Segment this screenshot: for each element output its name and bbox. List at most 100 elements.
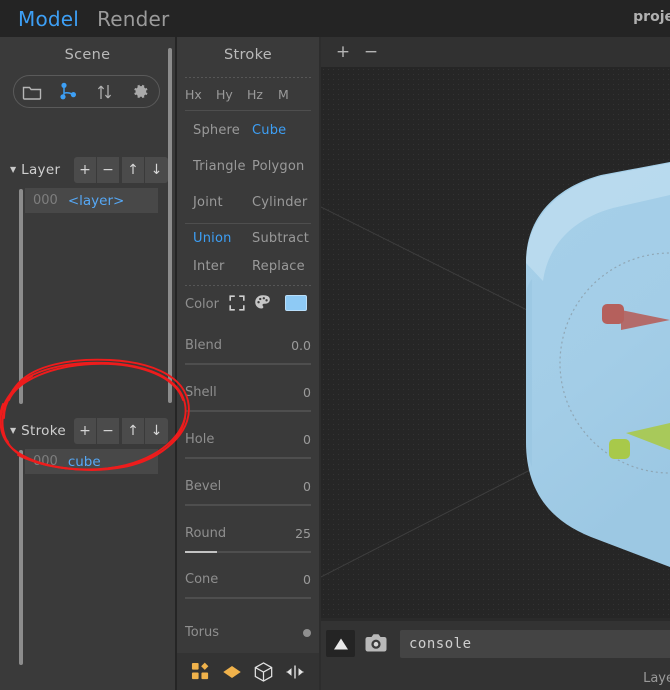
- shell-label: Shell: [185, 385, 217, 400]
- bevel-label: Bevel: [185, 479, 222, 494]
- layer-list-scrollbar[interactable]: [19, 189, 23, 404]
- round-label: Round: [185, 526, 227, 541]
- sort-arrows-icon[interactable]: [94, 81, 116, 103]
- mirror-icon[interactable]: [284, 661, 306, 683]
- console-input-value: console: [409, 636, 472, 652]
- layer-item-name: <layer>: [67, 192, 125, 209]
- stroke-move-up-button[interactable]: ↑: [122, 418, 145, 444]
- primitive-sphere[interactable]: Sphere: [193, 123, 240, 138]
- separator: [185, 110, 311, 111]
- handle-hx[interactable]: Hx: [185, 87, 216, 102]
- viewport-canvas[interactable]: [321, 67, 670, 655]
- bevel-value[interactable]: 0: [303, 479, 311, 494]
- stroke-move-down-button[interactable]: ↓: [145, 418, 168, 444]
- primitive-triangle[interactable]: Triangle: [193, 159, 246, 174]
- menu-item-render[interactable]: Render: [88, 7, 178, 31]
- handle-m[interactable]: M: [278, 87, 309, 102]
- scene-toolbar: [13, 75, 160, 108]
- menu-bar: Model Render proje: [0, 0, 670, 37]
- console-bar: console Laye: [321, 618, 670, 690]
- scene-panel-title: Scene: [64, 47, 111, 63]
- cone-label: Cone: [185, 572, 219, 587]
- camera-icon: [365, 634, 387, 652]
- layer-list-item[interactable]: 000 <layer>: [25, 188, 158, 213]
- transform-handles-row: Hx Hy Hz M: [185, 87, 311, 102]
- project-title: proje: [633, 9, 670, 25]
- stroke-disclosure-icon[interactable]: ▼: [10, 427, 16, 435]
- primitive-cylinder[interactable]: Cylinder: [252, 195, 307, 210]
- cone-slider[interactable]: [185, 597, 311, 599]
- hole-value[interactable]: 0: [303, 432, 311, 447]
- folder-icon[interactable]: [21, 81, 43, 103]
- handle-hz[interactable]: Hz: [247, 87, 278, 102]
- menu-item-model[interactable]: Model: [9, 7, 88, 31]
- layer-add-button[interactable]: +: [74, 157, 97, 183]
- shell-value[interactable]: 0: [303, 385, 311, 400]
- layer-item-index: 000: [33, 193, 58, 208]
- separator: [185, 285, 311, 286]
- viewport: + −: [321, 37, 670, 690]
- round-value[interactable]: 25: [295, 526, 311, 541]
- pieces-grid-icon[interactable]: [190, 661, 212, 683]
- round-slider[interactable]: [185, 551, 311, 553]
- console-status-text: Laye: [643, 671, 670, 686]
- layer-group-label: Layer: [21, 162, 61, 178]
- bevel-slider[interactable]: [185, 504, 311, 506]
- boolean-inter[interactable]: Inter: [193, 259, 225, 274]
- hole-slider[interactable]: [185, 457, 311, 459]
- layer-button-group: + − ↑ ↓: [74, 157, 168, 183]
- stroke-button-group: + − ↑ ↓: [74, 418, 168, 444]
- layer-move-down-button[interactable]: ↓: [145, 157, 168, 183]
- boolean-row-2: Inter Replace: [185, 259, 311, 277]
- primitive-polygon[interactable]: Polygon: [252, 159, 304, 174]
- cube-outline-icon[interactable]: [253, 661, 275, 683]
- boolean-subtract[interactable]: Subtract: [252, 231, 309, 246]
- boolean-replace[interactable]: Replace: [252, 259, 305, 274]
- blend-label: Blend: [185, 338, 223, 353]
- round-slider-fill: [185, 551, 217, 553]
- frame-brackets-icon[interactable]: [229, 295, 245, 315]
- torus-toggle[interactable]: [303, 629, 311, 637]
- layer-move-up-button[interactable]: ↑: [122, 157, 145, 183]
- hole-label: Hole: [185, 432, 215, 447]
- diamond-icon[interactable]: [221, 661, 243, 683]
- viewport-zoom-in-button[interactable]: +: [329, 37, 357, 67]
- primitive-cube[interactable]: Cube: [252, 123, 286, 138]
- cone-value[interactable]: 0: [303, 572, 311, 587]
- blend-slider[interactable]: [185, 363, 311, 365]
- triangle-up-icon: [333, 638, 348, 649]
- layer-disclosure-icon[interactable]: ▼: [10, 166, 16, 174]
- stroke-panel-scrollbar[interactable]: [168, 48, 172, 403]
- camera-button[interactable]: [363, 630, 389, 656]
- boolean-row-1: Union Subtract: [185, 231, 311, 249]
- node-tree-icon[interactable]: [57, 81, 79, 103]
- application-window: Model Render proje Scene ▼ Layer + − ↑ ↓…: [0, 0, 670, 690]
- shell-slider[interactable]: [185, 410, 311, 412]
- color-swatch[interactable]: [285, 295, 307, 311]
- transform-gizmo[interactable]: [321, 67, 670, 655]
- play-button[interactable]: [326, 630, 355, 657]
- stroke-panel-title: Stroke: [223, 47, 272, 63]
- stroke-list-item[interactable]: 000 cube: [25, 449, 158, 474]
- layer-remove-button[interactable]: −: [97, 157, 120, 183]
- stroke-add-button[interactable]: +: [74, 418, 97, 444]
- stroke-list-scrollbar[interactable]: [19, 450, 23, 665]
- stroke-properties-panel: Stroke Hx Hy Hz M Sphere Cube Triangle P…: [177, 37, 319, 690]
- primitive-row-3: Joint Cylinder: [185, 195, 311, 213]
- stroke-footer-toolbar: [177, 653, 319, 690]
- stroke-item-index: 000: [33, 454, 58, 469]
- primitive-joint[interactable]: Joint: [193, 195, 223, 210]
- blend-value[interactable]: 0.0: [291, 338, 311, 353]
- separator: [185, 223, 311, 224]
- boolean-union[interactable]: Union: [193, 231, 232, 246]
- y-axis-handle: [609, 423, 670, 459]
- console-input[interactable]: console: [400, 630, 670, 658]
- color-label: Color: [185, 297, 219, 312]
- viewport-zoom-out-button[interactable]: −: [357, 37, 385, 67]
- gear-icon[interactable]: [130, 81, 152, 103]
- primitive-row-2: Triangle Polygon: [185, 159, 311, 177]
- primitive-row-1: Sphere Cube: [185, 123, 311, 141]
- stroke-remove-button[interactable]: −: [97, 418, 120, 444]
- palette-icon[interactable]: [254, 294, 271, 315]
- handle-hy[interactable]: Hy: [216, 87, 247, 102]
